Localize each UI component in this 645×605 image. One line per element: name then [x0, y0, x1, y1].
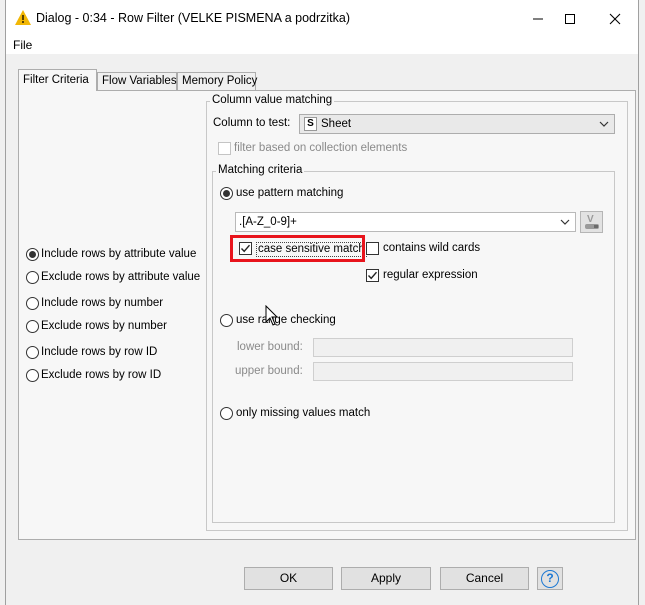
maximize-button[interactable] — [555, 6, 585, 32]
help-icon: ? — [541, 570, 559, 588]
exclude-by-rowid-label[interactable]: Exclude rows by row ID — [41, 369, 161, 381]
maximize-icon — [565, 13, 575, 24]
check-icon — [367, 271, 378, 280]
highlight-box — [230, 235, 365, 262]
flow-variable-icon: V — [585, 214, 599, 229]
missing-values-label[interactable]: only missing values match — [236, 407, 370, 419]
upper-bound-label: upper bound: — [235, 365, 303, 377]
upper-bound-input[interactable] — [313, 362, 573, 381]
menu-file[interactable]: File — [13, 38, 32, 52]
warning-icon — [15, 10, 31, 25]
collection-elements-checkbox[interactable] — [218, 142, 231, 155]
exclude-by-attribute-label[interactable]: Exclude rows by attribute value — [41, 271, 200, 283]
title-bar: Dialog - 0:34 - Row Filter (VELKE PISMEN… — [6, 0, 638, 38]
collection-elements-label: filter based on collection elements — [234, 142, 408, 154]
range-checking-radio[interactable] — [220, 314, 233, 327]
apply-button[interactable]: Apply — [341, 567, 431, 590]
pattern-input[interactable]: .[A-Z_0-9]+ — [235, 212, 576, 232]
minimize-button[interactable] — [523, 6, 553, 32]
tab-filter-criteria[interactable]: Filter Criteria — [18, 69, 97, 91]
pattern-matching-radio[interactable] — [220, 187, 233, 200]
matching-criteria-group: Matching criteria use pattern matching .… — [212, 164, 615, 523]
string-type-icon: S — [304, 117, 317, 131]
include-by-rowid-label[interactable]: Include rows by row ID — [41, 346, 157, 358]
column-value-matching-title: Column value matching — [210, 94, 335, 106]
missing-values-radio[interactable] — [220, 407, 233, 420]
ok-button[interactable]: OK — [244, 567, 333, 590]
lower-bound-label: lower bound: — [237, 341, 303, 353]
background-canvas-right — [639, 0, 645, 605]
wild-cards-label[interactable]: contains wild cards — [383, 242, 480, 254]
exclude-by-attribute-radio[interactable] — [26, 271, 39, 284]
svg-text:V: V — [587, 214, 594, 225]
chevron-down-icon — [599, 121, 609, 127]
pattern-value: .[A-Z_0-9]+ — [239, 216, 297, 228]
include-by-number-label[interactable]: Include rows by number — [41, 297, 163, 309]
window-title: Dialog - 0:34 - Row Filter (VELKE PISMEN… — [36, 11, 351, 25]
column-to-test-select[interactable]: S Sheet — [299, 114, 615, 134]
regular-expression-label[interactable]: regular expression — [383, 269, 478, 281]
tab-flow-variables[interactable]: Flow Variables — [97, 72, 177, 90]
range-checking-label[interactable]: use range checking — [236, 314, 336, 326]
exclude-by-number-label[interactable]: Exclude rows by number — [41, 320, 167, 332]
wild-cards-checkbox[interactable] — [366, 242, 379, 255]
include-by-attribute-label[interactable]: Include rows by attribute value — [41, 248, 196, 260]
exclude-by-rowid-radio[interactable] — [26, 369, 39, 382]
include-by-rowid-radio[interactable] — [26, 346, 39, 359]
exclude-by-number-radio[interactable] — [26, 320, 39, 333]
flow-variable-button[interactable]: V — [580, 211, 603, 233]
close-icon — [609, 13, 621, 25]
row-filter-dialog: Dialog - 0:34 - Row Filter (VELKE PISMEN… — [5, 0, 639, 605]
filter-criteria-panel: Include rows by attribute value Exclude … — [18, 90, 636, 540]
help-button[interactable]: ? — [537, 567, 563, 590]
include-by-attribute-radio[interactable] — [26, 248, 39, 261]
chevron-down-icon — [560, 219, 570, 225]
include-by-number-radio[interactable] — [26, 297, 39, 310]
matching-criteria-title: Matching criteria — [216, 164, 305, 176]
lower-bound-input[interactable] — [313, 338, 573, 357]
column-to-test-value: Sheet — [321, 118, 352, 130]
column-to-test-label: Column to test: — [213, 117, 291, 129]
regular-expression-checkbox[interactable] — [366, 269, 379, 282]
menu-bar: File — [6, 38, 638, 54]
pattern-matching-label[interactable]: use pattern matching — [236, 187, 343, 199]
close-button[interactable] — [600, 6, 630, 32]
mouse-cursor-icon — [265, 305, 279, 326]
cancel-button[interactable]: Cancel — [440, 567, 529, 590]
minimize-icon — [533, 18, 543, 20]
tab-memory-policy[interactable]: Memory Policy — [177, 72, 257, 90]
